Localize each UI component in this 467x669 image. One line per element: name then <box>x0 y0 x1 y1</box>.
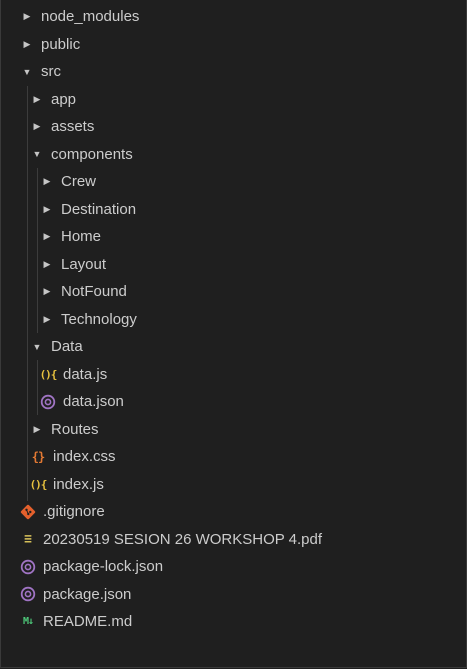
tree-item-label: data.json <box>63 393 124 411</box>
tree-item-gitignore[interactable]: .gitignore <box>1 498 466 526</box>
pdf-file-icon: ≡ <box>24 531 32 547</box>
chevron-down-icon: ▼ <box>32 341 42 352</box>
tree-item-index-css[interactable]: {} index.css <box>1 443 466 471</box>
tree-item-label: index.js <box>53 475 104 493</box>
tree-item-label: package-lock.json <box>43 558 164 576</box>
chevron-right-icon: ▶ <box>43 176 51 187</box>
tree-item-workshop-pdf[interactable]: ≡ 20230519 SESION 26 WORKSHOP 4.pdf <box>1 526 466 554</box>
tree-item-label: Technology <box>61 310 137 328</box>
tree-item-label: public <box>41 35 81 53</box>
javascript-file-icon: (){ <box>39 367 58 381</box>
tree-item-label: assets <box>51 118 95 136</box>
markdown-file-icon: M↓ <box>22 616 34 628</box>
tree-item-data-json[interactable]: data.json <box>1 388 466 416</box>
tree-item-public[interactable]: ▶ public <box>1 31 466 59</box>
css-file-icon: {} <box>31 449 45 464</box>
tree-item-label: Routes <box>51 420 99 438</box>
chevron-right-icon: ▶ <box>43 203 51 214</box>
git-file-icon <box>19 503 37 521</box>
tree-item-package-json[interactable]: package.json <box>1 581 466 609</box>
tree-item-label: package.json <box>43 585 132 603</box>
chevron-down-icon: ▼ <box>22 66 32 77</box>
tree-item-label: src <box>41 63 61 81</box>
tree-item-label: Crew <box>61 173 97 191</box>
chevron-right-icon: ▶ <box>23 38 31 49</box>
chevron-right-icon: ▶ <box>23 11 31 22</box>
tree-item-label: .gitignore <box>43 503 105 521</box>
tree-item-label: Destination <box>61 200 137 218</box>
file-tree: ▶ node_modules ▶ public ▼ src ▶ app ▶ as… <box>1 3 466 636</box>
tree-item-label: node_modules <box>41 8 140 26</box>
tree-item-routes[interactable]: ▶ Routes <box>1 416 466 444</box>
tree-item-label: Layout <box>61 255 107 273</box>
tree-item-data-js[interactable]: (){ data.js <box>1 361 466 389</box>
chevron-right-icon: ▶ <box>43 258 51 269</box>
javascript-file-icon: (){ <box>29 477 48 491</box>
tree-item-label: README.md <box>43 613 133 631</box>
chevron-down-icon: ▼ <box>32 149 42 160</box>
tree-item-readme[interactable]: M↓ README.md <box>1 608 466 636</box>
tree-item-assets[interactable]: ▶ assets <box>1 113 466 141</box>
tree-item-app[interactable]: ▶ app <box>1 86 466 114</box>
tree-item-home[interactable]: ▶ Home <box>1 223 466 251</box>
chevron-right-icon: ▶ <box>33 423 41 434</box>
json-file-icon <box>39 393 57 411</box>
tree-item-label: Data <box>51 338 83 356</box>
chevron-right-icon: ▶ <box>43 231 51 242</box>
tree-item-label: 20230519 SESION 26 WORKSHOP 4.pdf <box>43 530 323 548</box>
tree-item-technology[interactable]: ▶ Technology <box>1 306 466 334</box>
tree-item-label: index.css <box>53 448 116 466</box>
tree-item-crew[interactable]: ▶ Crew <box>1 168 466 196</box>
tree-item-notfound[interactable]: ▶ NotFound <box>1 278 466 306</box>
tree-item-data-folder[interactable]: ▼ Data <box>1 333 466 361</box>
json-file-icon <box>19 558 37 576</box>
chevron-right-icon: ▶ <box>33 121 41 132</box>
tree-item-destination[interactable]: ▶ Destination <box>1 196 466 224</box>
tree-item-index-js[interactable]: (){ index.js <box>1 471 466 499</box>
tree-item-label: NotFound <box>61 283 127 301</box>
tree-item-label: components <box>51 145 133 163</box>
tree-item-label: data.js <box>63 365 108 383</box>
tree-item-components[interactable]: ▼ components <box>1 141 466 169</box>
tree-item-src[interactable]: ▼ src <box>1 58 466 86</box>
chevron-right-icon: ▶ <box>43 313 51 324</box>
tree-item-package-lock-json[interactable]: package-lock.json <box>1 553 466 581</box>
chevron-right-icon: ▶ <box>43 286 51 297</box>
json-file-icon <box>19 585 37 603</box>
tree-item-node-modules[interactable]: ▶ node_modules <box>1 3 466 31</box>
tree-item-label: app <box>51 90 77 108</box>
tree-item-label: Home <box>61 228 102 246</box>
tree-item-layout[interactable]: ▶ Layout <box>1 251 466 279</box>
chevron-right-icon: ▶ <box>33 93 41 104</box>
file-explorer: ▶ node_modules ▶ public ▼ src ▶ app ▶ as… <box>0 0 467 668</box>
